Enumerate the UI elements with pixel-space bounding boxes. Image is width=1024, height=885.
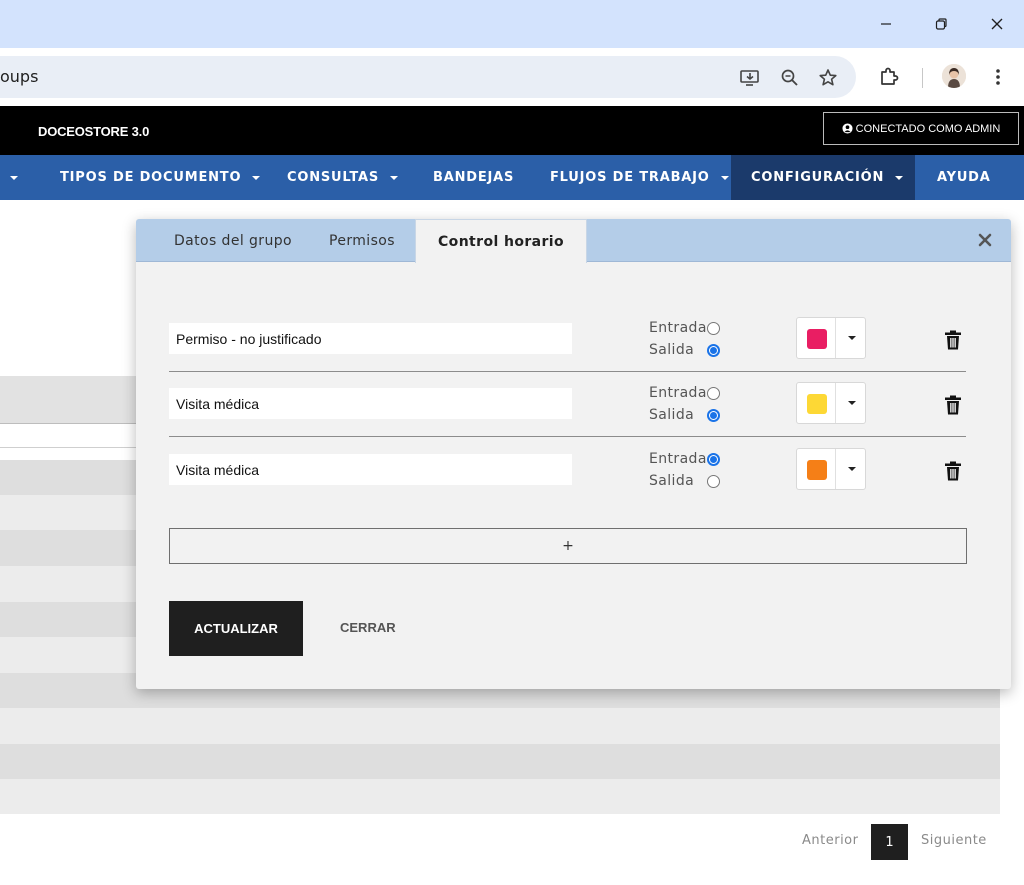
nav-item-consultas[interactable]: CONSULTAS	[287, 155, 399, 200]
chevron-down-icon	[848, 467, 856, 471]
trash-icon[interactable]	[944, 395, 962, 415]
nav-item-bandejas[interactable]: BANDEJAS	[433, 155, 514, 200]
table-row	[0, 779, 1000, 814]
pagination-prev[interactable]: Anterior	[802, 833, 858, 848]
chevron-down-icon	[848, 336, 856, 340]
tab-control-horario[interactable]: Control horario	[415, 219, 588, 263]
schedule-row: Entrada Salida	[169, 438, 966, 503]
color-picker[interactable]	[796, 382, 866, 424]
install-app-icon[interactable]	[738, 66, 762, 90]
trash-icon[interactable]	[944, 330, 962, 350]
radio-salida-input[interactable]	[707, 475, 720, 488]
chevron-down-icon	[252, 175, 261, 180]
color-picker[interactable]	[796, 317, 866, 359]
radio-entrada-input[interactable]	[707, 387, 720, 400]
close-icon[interactable]	[982, 10, 1012, 38]
nav-caret-cutoff[interactable]	[10, 155, 18, 200]
pagination-current-page[interactable]: 1	[871, 824, 908, 860]
radio-salida-input[interactable]	[707, 344, 720, 357]
profile-avatar[interactable]	[942, 64, 966, 88]
main-nav: TIPOS DE DOCUMENTO CONSULTAS BANDEJAS FL…	[0, 155, 1024, 200]
pagination-next[interactable]: Siguiente	[921, 833, 987, 848]
nav-item-flujos-trabajo[interactable]: FLUJOS DE TRABAJO	[550, 155, 729, 200]
bookmark-star-icon[interactable]	[816, 66, 840, 90]
group-modal: Datos del grupo Permisos Control horario…	[136, 219, 1011, 689]
restore-icon[interactable]	[926, 10, 956, 38]
update-button[interactable]: ACTUALIZAR	[169, 601, 303, 656]
radio-entrada-label: Entrada	[649, 451, 707, 467]
login-status-badge[interactable]: CONECTADO COMO ADMIN	[823, 112, 1019, 145]
color-swatch	[807, 329, 827, 349]
radio-salida-label: Salida	[649, 473, 695, 489]
address-bar-url: oups	[0, 67, 39, 86]
color-swatch	[807, 460, 827, 480]
brand-logo[interactable]: DOCEOSTORE 3.0	[38, 124, 149, 139]
radio-salida[interactable]: Salida	[649, 340, 739, 360]
radio-salida-label: Salida	[649, 342, 695, 358]
radio-salida-label: Salida	[649, 407, 695, 423]
chevron-down-icon	[895, 175, 904, 180]
login-status-text: CONECTADO COMO ADMIN	[855, 122, 1001, 135]
radio-entrada-label: Entrada	[649, 385, 707, 401]
radio-salida[interactable]: Salida	[649, 471, 739, 491]
radio-entrada[interactable]: Entrada	[649, 318, 739, 338]
radio-entrada-input[interactable]	[707, 453, 720, 466]
chevron-down-icon	[848, 401, 856, 405]
chevron-down-icon	[390, 175, 399, 180]
trash-icon[interactable]	[944, 461, 962, 481]
color-swatch	[807, 394, 827, 414]
tab-datos-grupo[interactable]: Datos del grupo	[174, 219, 292, 262]
address-bar[interactable]: oups	[0, 56, 856, 98]
minimize-icon[interactable]	[871, 10, 901, 38]
chevron-down-icon	[720, 175, 729, 180]
nav-item-tipos-documento[interactable]: TIPOS DE DOCUMENTO	[60, 155, 261, 200]
radio-entrada[interactable]: Entrada	[649, 449, 739, 469]
toolbar-separator	[922, 68, 923, 88]
chevron-down-icon	[10, 175, 18, 180]
browser-titlebar	[0, 0, 1024, 48]
radio-entrada[interactable]: Entrada	[649, 383, 739, 403]
color-picker-divider	[835, 383, 836, 423]
user-circle-icon	[842, 123, 853, 134]
zoom-icon[interactable]	[778, 66, 802, 90]
color-picker-divider	[835, 318, 836, 358]
extensions-icon[interactable]	[876, 64, 902, 90]
schedule-name-input[interactable]	[169, 388, 572, 419]
modal-close-icon[interactable]	[972, 227, 998, 253]
schedule-name-input[interactable]	[169, 323, 572, 354]
radio-entrada-label: Entrada	[649, 320, 707, 336]
modal-tab-bar: Datos del grupo Permisos Control horario	[136, 219, 1011, 263]
radio-salida[interactable]: Salida	[649, 405, 739, 425]
schedule-row: Entrada Salida	[169, 372, 966, 437]
schedule-row: Entrada Salida	[169, 307, 966, 372]
tab-permisos[interactable]: Permisos	[329, 219, 395, 262]
browser-toolbar: oups	[0, 48, 1024, 106]
table-row	[0, 744, 1000, 779]
nav-item-configuracion[interactable]: CONFIGURACIÓN	[731, 155, 915, 200]
menu-dots-icon[interactable]	[985, 64, 1011, 90]
color-picker-divider	[835, 449, 836, 489]
table-row	[0, 708, 1000, 744]
close-button[interactable]: CERRAR	[340, 620, 396, 635]
radio-salida-input[interactable]	[707, 409, 720, 422]
nav-item-ayuda[interactable]: AYUDA	[937, 155, 991, 200]
schedule-name-input[interactable]	[169, 454, 572, 485]
radio-entrada-input[interactable]	[707, 322, 720, 335]
color-picker[interactable]	[796, 448, 866, 490]
add-row-button[interactable]: +	[169, 528, 967, 564]
